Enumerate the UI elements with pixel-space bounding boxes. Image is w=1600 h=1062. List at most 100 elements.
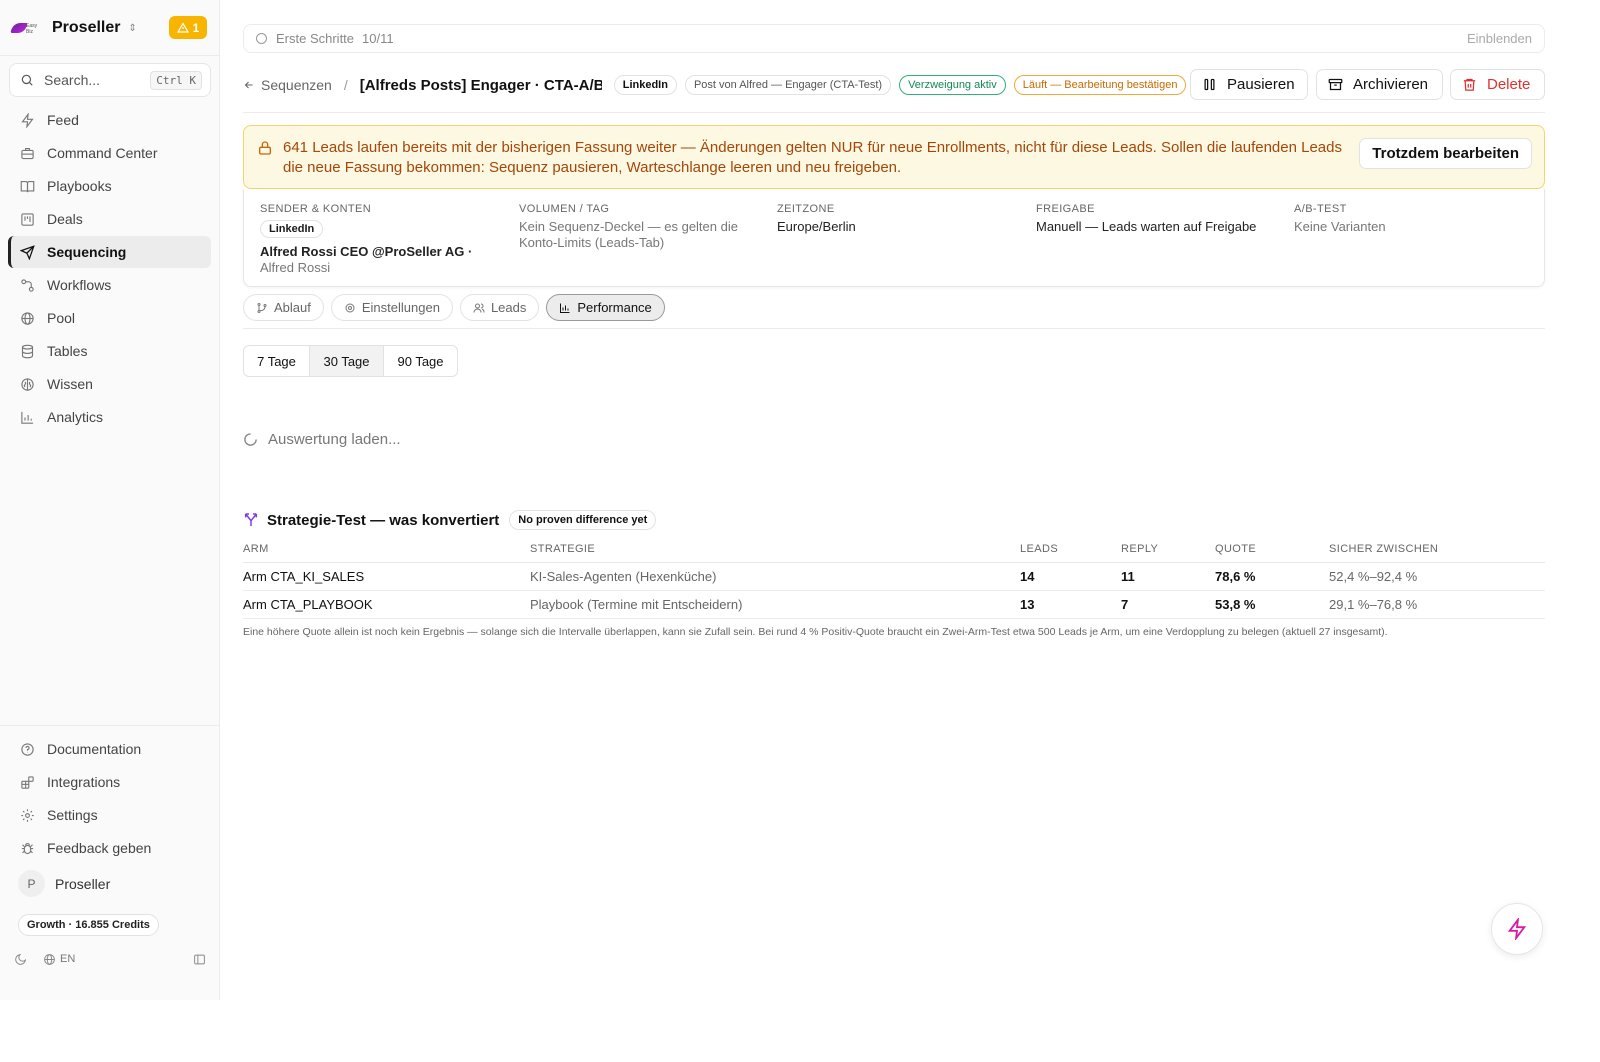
divider xyxy=(243,112,1545,113)
blocks-icon xyxy=(21,775,34,789)
volume-value: Kein Sequenz-Deckel — es gelten die Kont… xyxy=(519,219,738,250)
run-status-badge[interactable]: Läuft — Bearbeitung bestätigen xyxy=(1013,75,1187,95)
tab-einstellungen[interactable]: Einstellungen xyxy=(330,294,453,321)
sidebar-collapse-icon[interactable] xyxy=(193,953,206,966)
archive-button[interactable]: Archivieren xyxy=(1316,69,1443,100)
pause-button[interactable]: Pausieren xyxy=(1190,69,1308,100)
confidence-cell: 29,1 %–76,8 % xyxy=(1329,590,1545,619)
tab-performance[interactable]: Performance xyxy=(546,294,665,321)
volume-section: VOLUMEN / TAG Kein Sequenz-Deckel — es g… xyxy=(519,203,759,251)
tab-label: Einstellungen xyxy=(361,300,440,315)
sidebar-item-label: Tables xyxy=(47,343,88,359)
tab-label: Performance xyxy=(577,300,652,315)
kanban-icon xyxy=(21,212,34,226)
sidebar-item-label: Feedback geben xyxy=(47,840,152,856)
table-row: Arm CTA_KI_SALES KI-Sales-Agenten (Hexen… xyxy=(243,562,1545,591)
branch-status-badge: Verzweigung aktiv xyxy=(899,75,1006,95)
sidebar-item-feed[interactable]: Feed xyxy=(8,104,211,136)
edit-anyway-button[interactable]: Trotzdem bearbeiten xyxy=(1359,138,1532,169)
reply-cell: 7 xyxy=(1121,590,1215,619)
column-header: QUOTE xyxy=(1215,536,1329,563)
strategy-cell: KI-Sales-Agenten (Hexenküche) xyxy=(530,562,1020,591)
sidebar-item-documentation[interactable]: Documentation xyxy=(8,733,211,765)
sidebar-item-pool[interactable]: Pool xyxy=(8,302,211,334)
strategy-footnote: Eine höhere Quote allein ist noch kein E… xyxy=(243,626,1388,638)
sidebar-item-label: Sequencing xyxy=(47,244,127,260)
sidebar-item-sequencing[interactable]: Sequencing xyxy=(8,236,211,268)
alert-badge[interactable]: 1 xyxy=(169,16,207,39)
sidebar-item-feedback[interactable]: Feedback geben xyxy=(8,832,211,864)
tab-leads[interactable]: Leads xyxy=(459,294,540,321)
assistant-fab[interactable] xyxy=(1491,903,1543,955)
moon-icon[interactable] xyxy=(14,953,27,966)
section-label: FREIGABE xyxy=(1036,203,1095,215)
breadcrumb-separator: / xyxy=(343,77,348,93)
column-header: SICHER ZWISCHEN xyxy=(1329,536,1545,563)
briefcase-icon xyxy=(21,147,34,159)
users-icon xyxy=(473,303,485,313)
timezone-value: Europe/Berlin xyxy=(777,219,856,234)
workflow-icon xyxy=(21,278,34,292)
language-switcher[interactable]: EN xyxy=(43,953,75,966)
table-row: Arm CTA_PLAYBOOK Playbook (Termine mit E… xyxy=(243,590,1545,619)
search-icon xyxy=(21,74,33,86)
range-option-90[interactable]: 90 Tage xyxy=(384,346,457,376)
divider xyxy=(243,328,1545,329)
search-input[interactable]: Search... Ctrl K xyxy=(9,63,211,97)
sidebar-item-analytics[interactable]: Analytics xyxy=(8,401,211,433)
sidebar-item-playbooks[interactable]: Playbooks xyxy=(8,170,211,202)
onboarding-steps-bar[interactable]: Erste Schritte 10/11 Einblenden xyxy=(243,24,1545,53)
credits-badge[interactable]: Growth · 16.855 Credits xyxy=(18,914,159,936)
delete-button[interactable]: Delete xyxy=(1450,69,1545,100)
sidebar-item-label: Deals xyxy=(47,211,83,227)
section-title: Strategie-Test — was konvertiert xyxy=(267,511,500,529)
chevron-updown-icon: ⇕ xyxy=(128,22,137,34)
section-label: A/B-TEST xyxy=(1294,203,1347,215)
sidebar-item-settings[interactable]: Settings xyxy=(8,799,211,831)
quote-cell: 53,8 % xyxy=(1215,590,1329,619)
sidebar-nav: Feed Command Center Playbooks Deals Sequ… xyxy=(8,104,211,434)
sidebar-item-label: Analytics xyxy=(47,409,104,425)
range-option-30[interactable]: 30 Tage xyxy=(310,346,384,376)
divider xyxy=(0,725,219,726)
brain-icon xyxy=(21,377,34,391)
column-header: STRATEGIE xyxy=(530,536,1020,563)
arm-cell: Arm CTA_KI_SALES xyxy=(243,562,530,591)
sequence-info-card: SENDER & KONTEN LinkedIn Alfred Rossi CE… xyxy=(243,189,1545,287)
show-steps-button[interactable]: Einblenden xyxy=(1467,31,1532,46)
sidebar-item-tables[interactable]: Tables xyxy=(8,335,211,367)
tab-ablauf[interactable]: Ablauf xyxy=(243,294,324,321)
sidebar-item-label: Pool xyxy=(47,310,76,326)
sidebar-item-command-center[interactable]: Command Center xyxy=(8,137,211,169)
significance-badge: No proven difference yet xyxy=(509,510,657,530)
sidebar-item-wissen[interactable]: Wissen xyxy=(8,368,211,400)
sidebar-item-label: Wissen xyxy=(47,376,93,392)
sender-accounts-section: SENDER & KONTEN LinkedIn Alfred Rossi CE… xyxy=(260,203,500,276)
column-header: LEADS xyxy=(1020,536,1121,563)
time-range-selector: 7 Tage 30 Tage 90 Tage xyxy=(243,345,458,377)
user-menu[interactable]: P Proseller xyxy=(18,870,110,897)
sequence-tabs: Ablauf Einstellungen Leads Performance xyxy=(243,294,665,321)
sidebar-item-integrations[interactable]: Integrations xyxy=(8,766,211,798)
sidebar-item-deals[interactable]: Deals xyxy=(8,203,211,235)
sidebar-item-workflows[interactable]: Workflows xyxy=(8,269,211,301)
sidebar: Easy Biz Proseller ⇕ 1 Search... Ctrl K … xyxy=(0,0,220,1000)
breadcrumb-label: Sequenzen xyxy=(261,77,332,93)
reply-cell: 11 xyxy=(1121,562,1215,591)
breadcrumb-back-link[interactable]: Sequenzen xyxy=(243,77,332,93)
range-option-7[interactable]: 7 Tage xyxy=(244,346,310,376)
workspace-switcher[interactable]: Easy Biz Proseller ⇕ xyxy=(10,14,137,42)
brand-logo: Easy Biz xyxy=(10,21,42,35)
bar-chart-icon xyxy=(21,411,34,424)
sender-subname: Alfred Rossi xyxy=(260,260,331,275)
split-icon xyxy=(244,513,258,526)
lock-icon xyxy=(259,141,271,155)
section-label: ZEITZONE xyxy=(777,203,835,215)
archive-label: Archivieren xyxy=(1353,76,1429,93)
sidebar-item-label: Command Center xyxy=(47,145,158,161)
strategy-table: ARM STRATEGIE LEADS REPLY QUOTE SICHER Z… xyxy=(243,536,1545,619)
approval-value: Manuell — Leads warten auf Freigabe xyxy=(1036,219,1257,234)
steps-count: 10/11 xyxy=(362,31,394,46)
git-branch-icon xyxy=(257,302,267,313)
abtest-section: A/B-TEST Keine Varianten xyxy=(1294,203,1534,235)
